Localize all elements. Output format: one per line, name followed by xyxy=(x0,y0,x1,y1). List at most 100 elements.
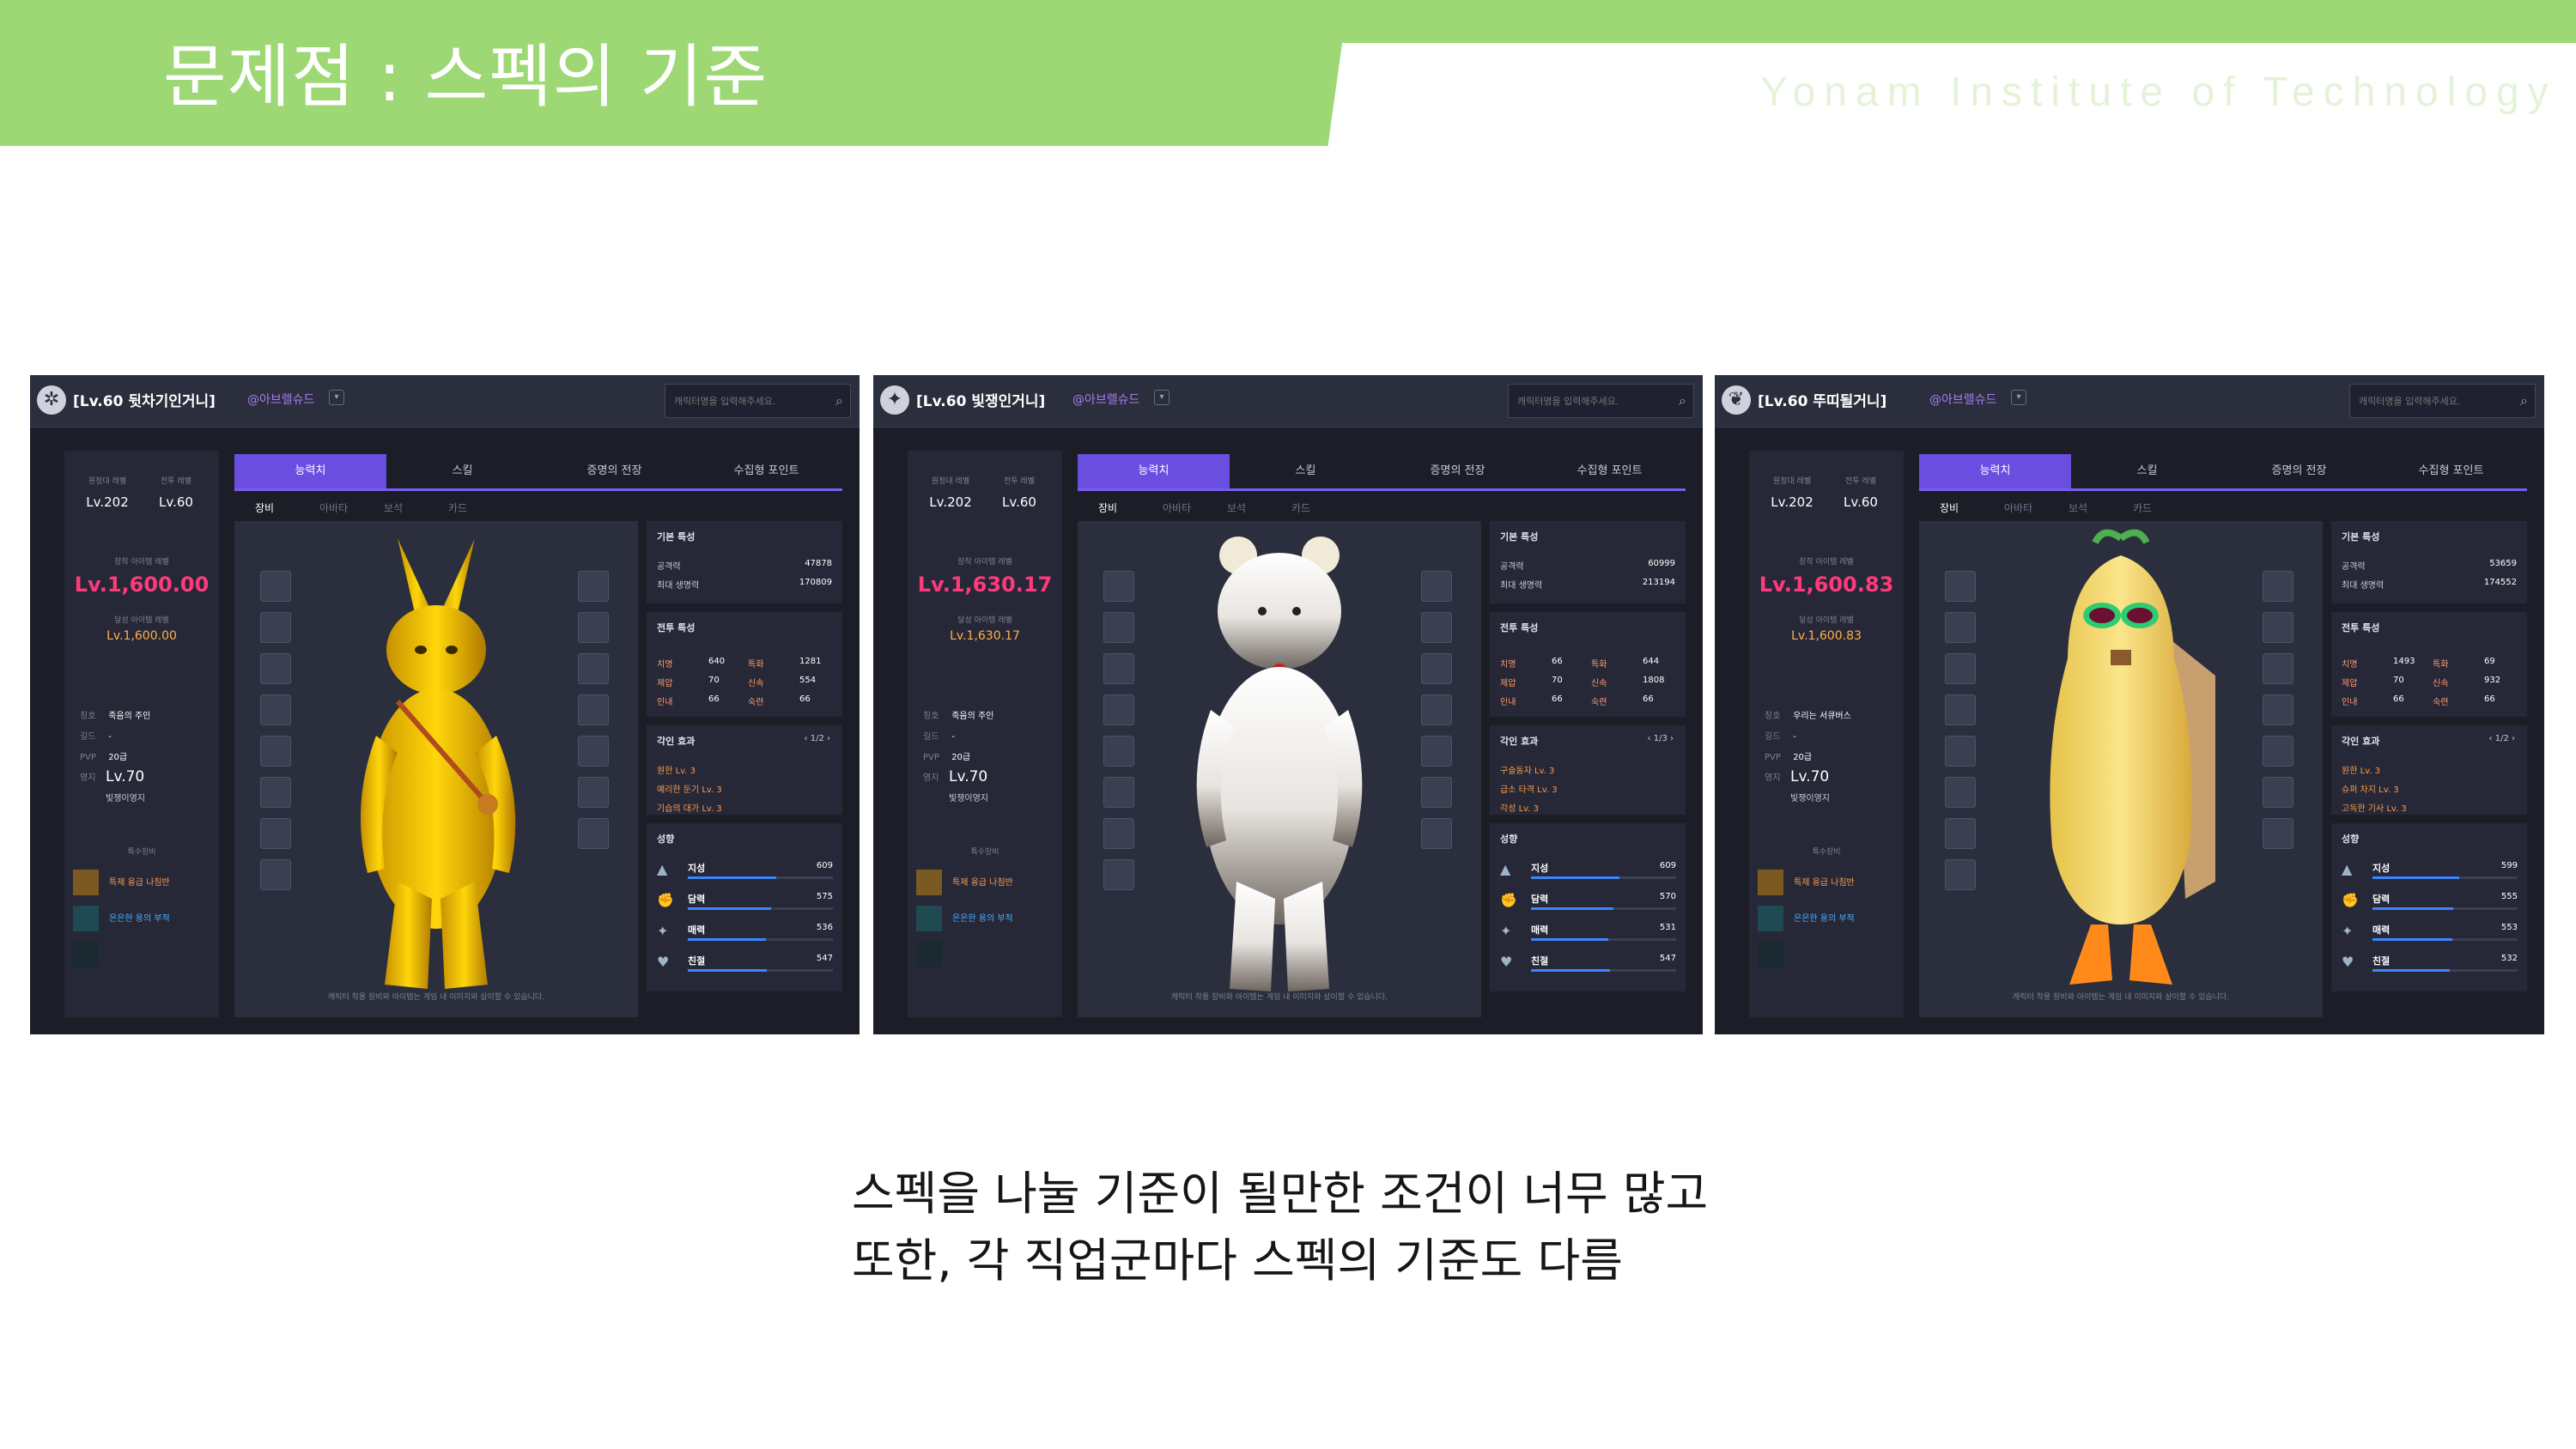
server-name[interactable]: @아브렐슈드 xyxy=(1929,391,1996,408)
special-item-empty[interactable] xyxy=(73,942,109,967)
character-search-box[interactable]: ⌕ xyxy=(2349,384,2536,418)
character-search-box[interactable]: ⌕ xyxy=(665,384,851,418)
tendency-value: 536 xyxy=(816,923,833,932)
subtab-avatar[interactable]: 아바타 xyxy=(2004,500,2032,515)
profile-info-row: 영지 xyxy=(1765,770,1790,783)
tab-battlefield[interactable]: 증명의 전장 xyxy=(2223,454,2375,488)
tab-collectibles[interactable]: 수집형 포인트 xyxy=(2375,454,2527,488)
tab-stats[interactable]: 능력치 xyxy=(234,454,386,488)
equipment-slot[interactable] xyxy=(1945,612,1976,643)
tab-skills[interactable]: 스킬 xyxy=(386,454,538,488)
tab-skills[interactable]: 스킬 xyxy=(1230,454,1382,488)
character-search-input[interactable] xyxy=(1517,385,1663,417)
search-icon[interactable]: ⌕ xyxy=(1679,392,1686,409)
search-icon[interactable]: ⌕ xyxy=(835,392,843,409)
special-item[interactable]: 특제 융급 나침반 xyxy=(1758,870,1855,895)
accessory-slot[interactable] xyxy=(578,612,609,643)
equipment-slot[interactable] xyxy=(1103,653,1134,684)
equipment-slot[interactable] xyxy=(1103,777,1134,808)
accessory-slot[interactable] xyxy=(1421,571,1452,602)
subtab-equipment[interactable]: 장비 xyxy=(1940,500,1959,515)
chevron-down-icon[interactable]: ▾ xyxy=(329,390,344,405)
special-equipment-label: 특수장비 xyxy=(127,848,156,857)
accessory-slot[interactable] xyxy=(2263,736,2293,767)
server-name[interactable]: @아브렐슈드 xyxy=(247,391,314,408)
equipment-slot[interactable] xyxy=(260,777,291,808)
subtab-avatar[interactable]: 아바타 xyxy=(319,500,348,515)
tab-battlefield[interactable]: 증명의 전장 xyxy=(538,454,690,488)
character-search-input[interactable] xyxy=(674,385,820,417)
accessory-slot[interactable] xyxy=(2263,818,2293,849)
tab-stats[interactable]: 능력치 xyxy=(1078,454,1230,488)
equipment-slot[interactable] xyxy=(1945,736,1976,767)
equipment-slot[interactable] xyxy=(260,653,291,684)
engraving-pager[interactable]: ‹ 1/3 › xyxy=(1648,734,1674,743)
equipment-slot[interactable] xyxy=(260,859,291,890)
subtab-card[interactable]: 카드 xyxy=(448,500,467,515)
equipment-slot[interactable] xyxy=(260,818,291,849)
subtab-gem[interactable]: 보석 xyxy=(2069,500,2087,515)
accessory-slot[interactable] xyxy=(578,818,609,849)
equipment-slot[interactable] xyxy=(1945,859,1976,890)
chevron-down-icon[interactable]: ▾ xyxy=(2011,390,2026,405)
accessory-slot[interactable] xyxy=(2263,612,2293,643)
equipment-slot[interactable] xyxy=(260,736,291,767)
subtab-equipment[interactable]: 장비 xyxy=(1098,500,1117,515)
subtab-card[interactable]: 카드 xyxy=(1291,500,1310,515)
special-item-empty[interactable] xyxy=(1758,942,1794,967)
equipment-slot[interactable] xyxy=(260,694,291,725)
equipment-slot[interactable] xyxy=(1103,818,1134,849)
accessory-slot[interactable] xyxy=(2263,571,2293,602)
equipment-slot[interactable] xyxy=(260,571,291,602)
equipment-slot[interactable] xyxy=(1103,736,1134,767)
tab-collectibles[interactable]: 수집형 포인트 xyxy=(1534,454,1686,488)
special-item[interactable]: 특제 융급 나침반 xyxy=(916,870,1013,895)
subtab-gem[interactable]: 보석 xyxy=(384,500,403,515)
accessory-slot[interactable] xyxy=(1421,777,1452,808)
accessory-slot[interactable] xyxy=(1421,653,1452,684)
subtab-gem[interactable]: 보석 xyxy=(1227,500,1246,515)
special-item[interactable]: 은은한 용의 부적 xyxy=(916,906,1013,931)
character-search-box[interactable]: ⌕ xyxy=(1508,384,1694,418)
search-icon[interactable]: ⌕ xyxy=(2520,392,2528,409)
accessory-slot[interactable] xyxy=(2263,777,2293,808)
equipment-slot[interactable] xyxy=(1103,859,1134,890)
special-item[interactable]: 은은한 용의 부적 xyxy=(73,906,170,931)
equipment-slot[interactable] xyxy=(1945,653,1976,684)
engraving-title: 각인 효과 xyxy=(657,736,696,747)
tab-collectibles[interactable]: 수집형 포인트 xyxy=(690,454,842,488)
equipment-slot[interactable] xyxy=(260,612,291,643)
accessory-slot[interactable] xyxy=(578,777,609,808)
accessory-slot[interactable] xyxy=(2263,653,2293,684)
tab-battlefield[interactable]: 증명의 전장 xyxy=(1382,454,1534,488)
subtab-card[interactable]: 카드 xyxy=(2133,500,2152,515)
accessory-slot[interactable] xyxy=(1421,694,1452,725)
equipment-slot[interactable] xyxy=(1945,777,1976,808)
tab-skills[interactable]: 스킬 xyxy=(2071,454,2223,488)
server-name[interactable]: @아브렐슈드 xyxy=(1072,391,1139,408)
engraving-pager[interactable]: ‹ 1/2 › xyxy=(805,734,830,743)
accessory-slot[interactable] xyxy=(578,653,609,684)
special-item[interactable]: 은은한 용의 부적 xyxy=(1758,906,1855,931)
equipment-slot[interactable] xyxy=(1945,818,1976,849)
accessory-slot[interactable] xyxy=(578,736,609,767)
equipment-slot[interactable] xyxy=(1103,571,1134,602)
engraving-pager[interactable]: ‹ 1/2 › xyxy=(2489,734,2515,743)
accessory-slot[interactable] xyxy=(2263,694,2293,725)
special-item-empty[interactable] xyxy=(916,942,952,967)
chevron-down-icon[interactable]: ▾ xyxy=(1154,390,1170,405)
equipment-slot[interactable] xyxy=(1103,694,1134,725)
subtab-equipment[interactable]: 장비 xyxy=(255,500,274,515)
equipment-slot[interactable] xyxy=(1103,612,1134,643)
character-search-input[interactable] xyxy=(2359,385,2505,417)
accessory-slot[interactable] xyxy=(578,694,609,725)
equipment-slot[interactable] xyxy=(1945,694,1976,725)
equipment-slot[interactable] xyxy=(1945,571,1976,602)
accessory-slot[interactable] xyxy=(1421,612,1452,643)
tab-stats[interactable]: 능력치 xyxy=(1919,454,2071,488)
subtab-avatar[interactable]: 아바타 xyxy=(1163,500,1191,515)
accessory-slot[interactable] xyxy=(1421,818,1452,849)
accessory-slot[interactable] xyxy=(1421,736,1452,767)
special-item[interactable]: 특제 융급 나침반 xyxy=(73,870,170,895)
accessory-slot[interactable] xyxy=(578,571,609,602)
